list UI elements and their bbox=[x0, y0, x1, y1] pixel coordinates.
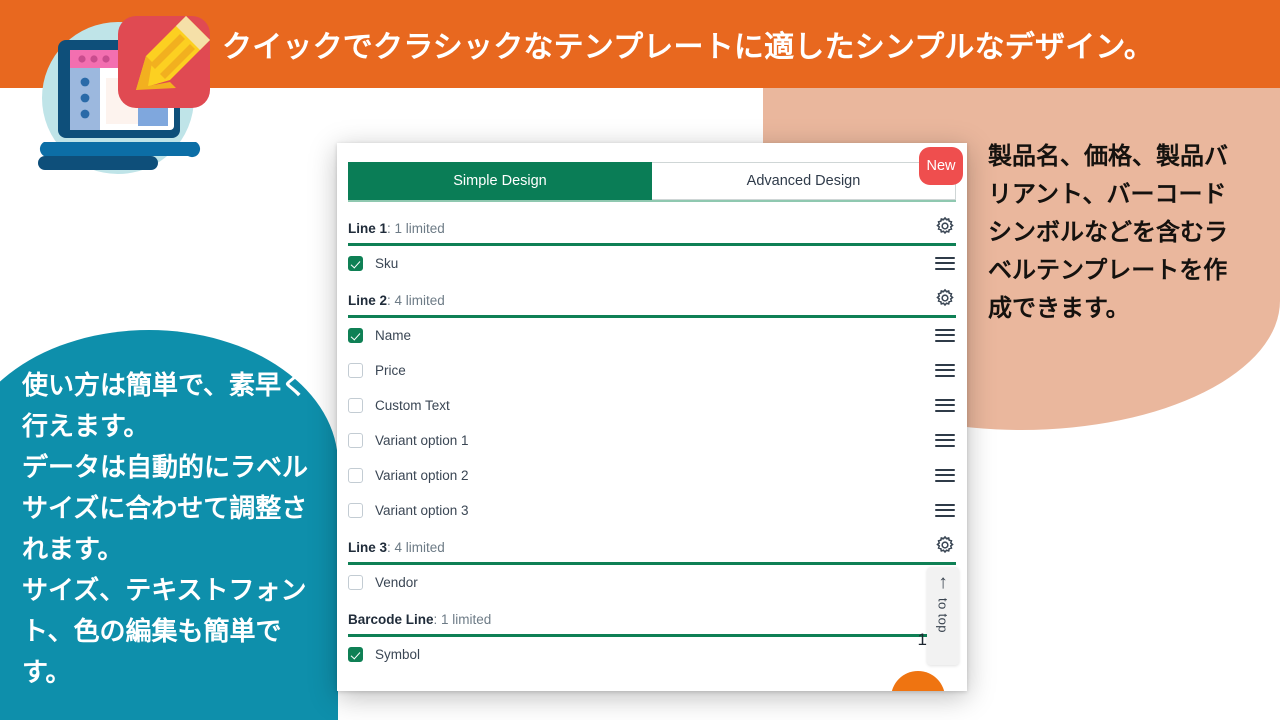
section-title-line-1-name: Line 1 bbox=[348, 221, 388, 236]
checkbox-price[interactable] bbox=[348, 363, 363, 378]
tab-advanced-design-label: Advanced Design bbox=[746, 173, 861, 189]
page-number: 1 bbox=[917, 630, 927, 649]
list-item[interactable]: Variant option 2 bbox=[348, 458, 956, 493]
left-callout-text: 使い方は簡単で、素早く行えます。 データは自動的にラベルサイズに合わせて調整され… bbox=[22, 365, 322, 693]
list-item[interactable]: Sku bbox=[348, 246, 956, 281]
tabs-underline bbox=[348, 200, 956, 202]
section-title-barcode-line: Barcode Line: 1 limited bbox=[348, 612, 956, 634]
app-card-inner: Simple Design Advanced Design New Line 1… bbox=[337, 143, 967, 691]
drag-handle-icon[interactable] bbox=[935, 503, 955, 518]
checkbox-sku[interactable] bbox=[348, 256, 363, 271]
new-badge[interactable]: New bbox=[919, 147, 963, 185]
tab-simple-design-label: Simple Design bbox=[453, 173, 547, 189]
left-callout-line-2: データは自動的にラベルサイズに合わせて調整されます。 bbox=[22, 452, 309, 564]
field-label: Name bbox=[375, 328, 412, 343]
section-header-line-3: Line 3: 4 limited bbox=[348, 528, 956, 565]
section-title-line-3-meta: : 4 limited bbox=[387, 540, 445, 555]
section-title-line-3-name: Line 3 bbox=[348, 540, 388, 555]
section-title-line-2: Line 2: 4 limited bbox=[348, 293, 956, 315]
field-label: Custom Text bbox=[375, 398, 450, 413]
field-label: Price bbox=[375, 363, 406, 378]
gear-icon[interactable] bbox=[934, 287, 956, 309]
drag-handle-icon[interactable] bbox=[935, 328, 955, 343]
section-header-barcode-line: Barcode Line: 1 limited bbox=[348, 600, 956, 637]
section-header-line-1: Line 1: 1 limited bbox=[348, 209, 956, 246]
drag-handle-icon[interactable] bbox=[935, 398, 955, 413]
checkbox-vendor[interactable] bbox=[348, 575, 363, 590]
list-item[interactable]: Price bbox=[348, 353, 956, 388]
arrow-up-icon: ↑ bbox=[938, 572, 948, 593]
laptop-pencil-logo-icon bbox=[14, 6, 226, 182]
field-label: Sku bbox=[375, 256, 399, 271]
section-title-barcode-line-name: Barcode Line bbox=[348, 612, 434, 627]
design-tabs: Simple Design Advanced Design bbox=[348, 162, 956, 200]
checkbox-variant-option-3[interactable] bbox=[348, 503, 363, 518]
checkbox-variant-option-1[interactable] bbox=[348, 433, 363, 448]
section-title-line-3: Line 3: 4 limited bbox=[348, 540, 956, 562]
list-item[interactable]: Variant option 3 bbox=[348, 493, 956, 528]
section-title-barcode-line-meta: : 1 limited bbox=[433, 612, 492, 627]
field-label: Variant option 3 bbox=[375, 503, 469, 518]
to-top-button[interactable]: ↑ to top bbox=[927, 567, 959, 665]
field-label: Vendor bbox=[375, 575, 418, 590]
checkbox-variant-option-2[interactable] bbox=[348, 468, 363, 483]
to-top-label: to top bbox=[935, 598, 951, 633]
screenshot-root: クイックでクラシックなテンプレートに適したシンプルなデザイン。 使い方は簡単で、… bbox=[0, 0, 1280, 720]
section-title-line-2-name: Line 2 bbox=[348, 293, 388, 308]
section-title-line-2-meta: : 4 limited bbox=[387, 293, 445, 308]
list-item[interactable]: Symbol bbox=[348, 637, 956, 672]
banner-title: クイックでクラシックなテンプレートに適したシンプルなデザイン。 bbox=[222, 31, 1154, 64]
right-callout-text: 製品名、価格、製品バリアント、バーコードシンボルなどを含むラベルテンプレートを作… bbox=[988, 143, 1228, 322]
section-header-line-2: Line 2: 4 limited bbox=[348, 281, 956, 318]
section-title-line-1-meta: : 1 limited bbox=[387, 221, 445, 236]
gear-icon[interactable] bbox=[934, 215, 956, 237]
gear-icon[interactable] bbox=[934, 534, 956, 556]
field-label: Symbol bbox=[375, 647, 421, 662]
left-callout-line-3: サイズ、テキストフォント、色の編集も簡単です。 bbox=[22, 575, 307, 687]
list-item[interactable]: Name bbox=[348, 318, 956, 353]
fields-list: Line 1: 1 limited Sku Line 2: 4 limited … bbox=[337, 209, 967, 691]
field-label: Variant option 1 bbox=[375, 433, 469, 448]
checkbox-custom-text[interactable] bbox=[348, 398, 363, 413]
tab-advanced-design[interactable]: Advanced Design bbox=[652, 162, 956, 200]
list-item[interactable]: Custom Text bbox=[348, 388, 956, 423]
drag-handle-icon[interactable] bbox=[935, 256, 955, 271]
drag-handle-icon[interactable] bbox=[935, 433, 955, 448]
drag-handle-icon[interactable] bbox=[935, 468, 955, 483]
tab-simple-design[interactable]: Simple Design bbox=[348, 162, 652, 200]
left-callout-line-1: 使い方は簡単で、素早く行えます。 bbox=[22, 370, 307, 441]
list-item[interactable]: Variant option 1 bbox=[348, 423, 956, 458]
checkbox-name[interactable] bbox=[348, 328, 363, 343]
drag-handle-icon[interactable] bbox=[935, 363, 955, 378]
app-window-card: Simple Design Advanced Design New Line 1… bbox=[337, 143, 967, 691]
checkbox-symbol[interactable] bbox=[348, 647, 363, 662]
list-item[interactable]: Vendor bbox=[348, 565, 956, 600]
field-label: Variant option 2 bbox=[375, 468, 469, 483]
section-title-line-1: Line 1: 1 limited bbox=[348, 221, 956, 243]
card-scrollbar[interactable] bbox=[960, 209, 967, 691]
